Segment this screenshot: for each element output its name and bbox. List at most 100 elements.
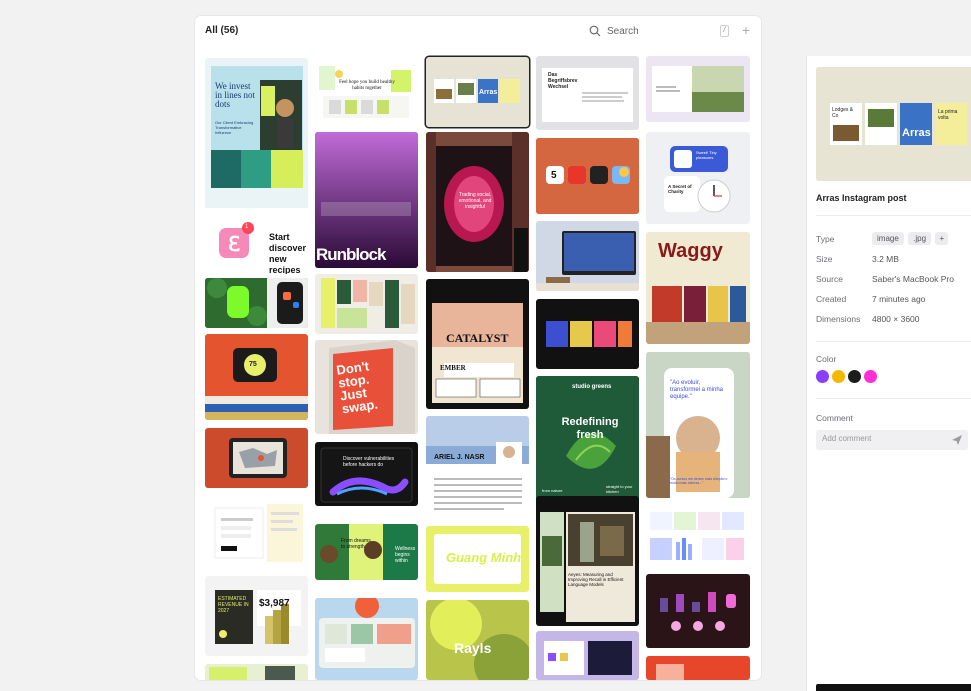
gallery-tile[interactable]: Runblock	[315, 132, 418, 268]
gallery-tile[interactable]: "Ao evoluir, transformei a minha equipe.…	[646, 352, 750, 498]
tile-subtext: Our Client Embracing Transformative Infl…	[215, 120, 254, 135]
search-shortcut-hint: /	[720, 25, 729, 37]
tile-value: $3,987	[259, 598, 290, 609]
tile-heading: Das Begriffsbrev Wechsel	[548, 72, 578, 90]
type-chip[interactable]: .jpg	[908, 232, 932, 245]
gallery-tile[interactable]: ESTIMATED REVENUE IN 2027 $3,987	[205, 576, 308, 656]
tile-heading: Discover vulnerabilities before hackers …	[343, 456, 395, 468]
meta-value: 3.2 MB	[872, 254, 899, 264]
meta-row-created: Created 7 minutes ago	[816, 292, 971, 306]
inspector-panel: Lodges & Co Arras La prima volta Arras I…	[806, 56, 971, 691]
gallery-tile[interactable]: 5	[536, 138, 639, 214]
tile-wordmark: Runblock	[316, 245, 386, 264]
meta-row-source: Source Saber's MacBook Pro	[816, 272, 971, 286]
meta-value: 4800 × 3600	[872, 314, 920, 324]
gallery-tile[interactable]: Trading social, emotional, and insightfu…	[426, 132, 529, 272]
tile-subtext: A Secret of Charity	[668, 184, 692, 194]
preview-caption: Lodges & Co	[832, 107, 854, 119]
gallery-tile[interactable]: 75	[205, 334, 308, 420]
gallery-tile[interactable]	[646, 656, 750, 680]
tile-badge: 1	[245, 224, 249, 230]
gallery-tile[interactable]	[315, 598, 418, 680]
gallery-tile[interactable]: We invest in lines not dots Our Client E…	[205, 58, 308, 210]
tile-heading: Aeyes: Measuring and Improving Recall in…	[568, 572, 624, 587]
divider	[816, 215, 971, 216]
meta-key: Size	[816, 254, 833, 264]
tile-wordmark: Don't stop. Just swap.	[335, 358, 379, 417]
add-button[interactable]: +	[739, 22, 753, 38]
tile-subtext-2: straight to your kitchen	[606, 484, 633, 494]
gallery-header: All (56) / +	[195, 16, 761, 46]
gallery-panel: All (56) / + We invest in lines not dots…	[195, 16, 761, 680]
comment-input[interactable]	[822, 434, 942, 443]
preview-thumbnail[interactable]: Lodges & Co Arras La prima volta	[816, 67, 971, 181]
meta-key: Source	[816, 274, 843, 284]
svg-text:ℇ: ℇ	[228, 234, 240, 256]
gallery-tile[interactable]: Feel hope you build healthy habits toget…	[315, 56, 418, 126]
gallery-tile[interactable]	[205, 428, 308, 488]
meta-value: 7 minutes ago	[872, 294, 926, 304]
gallery-tile[interactable]: studio greens Redefining fresh from natu…	[536, 376, 639, 504]
preview-tag: La prima volta	[938, 109, 958, 121]
gallery-tile[interactable]	[536, 299, 639, 369]
gallery-tile[interactable]: CATALYST EMBER	[426, 279, 529, 409]
meta-row-size: Size 3.2 MB	[816, 252, 971, 266]
search-bar[interactable]	[589, 22, 719, 40]
gallery-tile[interactable]	[205, 664, 308, 680]
color-swatch[interactable]	[848, 370, 861, 383]
comment-label: Comment	[816, 413, 853, 423]
comment-box	[816, 430, 968, 450]
gallery-tile[interactable]: Das Begriffsbrev Wechsel	[536, 56, 639, 130]
tile-quote: "Ao evoluir, transformei a minha equipe.…	[670, 380, 724, 400]
search-icon	[589, 25, 601, 37]
gallery-tile[interactable]: ARIEL J. NASR	[426, 416, 529, 526]
tile-wordmark: Arras	[479, 89, 498, 96]
meta-value: Saber's MacBook Pro	[872, 274, 954, 284]
gallery-tile[interactable]: Aeyes: Measuring and Improving Recall in…	[536, 496, 639, 626]
gallery-tile[interactable]: Sweet! Tiny pleasures A Secret of Charit…	[646, 132, 750, 224]
color-swatch[interactable]	[864, 370, 877, 383]
tile-heading: Start discover new recipes with us	[269, 232, 307, 274]
gallery-tile[interactable]	[205, 502, 308, 564]
meta-key: Dimensions	[816, 314, 861, 324]
type-chip[interactable]: image	[872, 232, 904, 245]
gallery-tile[interactable]	[536, 221, 639, 291]
bottom-bar	[816, 684, 971, 691]
search-input[interactable]	[607, 25, 707, 37]
tile-wordmark: Guang Minh	[446, 550, 522, 565]
tile-wordmark: Rayls	[454, 640, 492, 656]
meta-key: Type	[816, 234, 835, 244]
divider	[816, 341, 971, 342]
gallery-title: All (56)	[205, 25, 239, 36]
gallery-tile[interactable]: From dreams to strength Wellness begins …	[315, 524, 418, 580]
tile-wordmark: CATALYST	[446, 331, 509, 345]
gallery-tile[interactable]: Rayls	[426, 600, 529, 680]
gallery-tile[interactable]	[205, 278, 308, 328]
tile-heading: ARIEL J. NASR	[434, 454, 485, 461]
tile-heading: ESTIMATED REVENUE IN 2027	[218, 596, 249, 614]
type-chips: image .jpg +	[872, 232, 950, 245]
meta-row-dimensions: Dimensions 4800 × 3600	[816, 312, 971, 326]
gallery-tile[interactable]	[536, 631, 639, 680]
tile-badge: 5	[551, 170, 557, 181]
gallery-tile[interactable]: Waggy	[646, 232, 750, 344]
gallery-tile[interactable]: Guang Minh	[426, 526, 529, 592]
gallery-tile[interactable]	[646, 504, 750, 566]
add-tag-button[interactable]: +	[935, 232, 949, 245]
tile-wordmark: Waggy	[658, 240, 723, 262]
gallery-tile[interactable]	[315, 274, 418, 334]
gallery-tile-selected[interactable]: Arras	[426, 57, 529, 127]
gallery-tile[interactable]	[646, 56, 750, 122]
gallery-tile[interactable]: ℇ 1 Start discover new recipes with us	[205, 208, 308, 278]
gallery-tile[interactable]: Discover vulnerabilities before hackers …	[315, 442, 418, 506]
tile-heading: Feel hope you build healthy habits toget…	[339, 80, 395, 91]
gallery-tile[interactable]: Don't stop. Just swap.	[315, 340, 418, 434]
tile-subtext: EMBER	[440, 364, 466, 372]
color-swatch[interactable]	[816, 370, 829, 383]
send-icon[interactable]	[951, 434, 963, 446]
gallery-tile[interactable]	[646, 574, 750, 648]
color-swatch[interactable]	[832, 370, 845, 383]
color-label: Color	[816, 354, 837, 364]
tile-heading: Sweet! Tiny pleasures	[696, 150, 717, 160]
tile-brand: studio greens	[572, 384, 612, 390]
